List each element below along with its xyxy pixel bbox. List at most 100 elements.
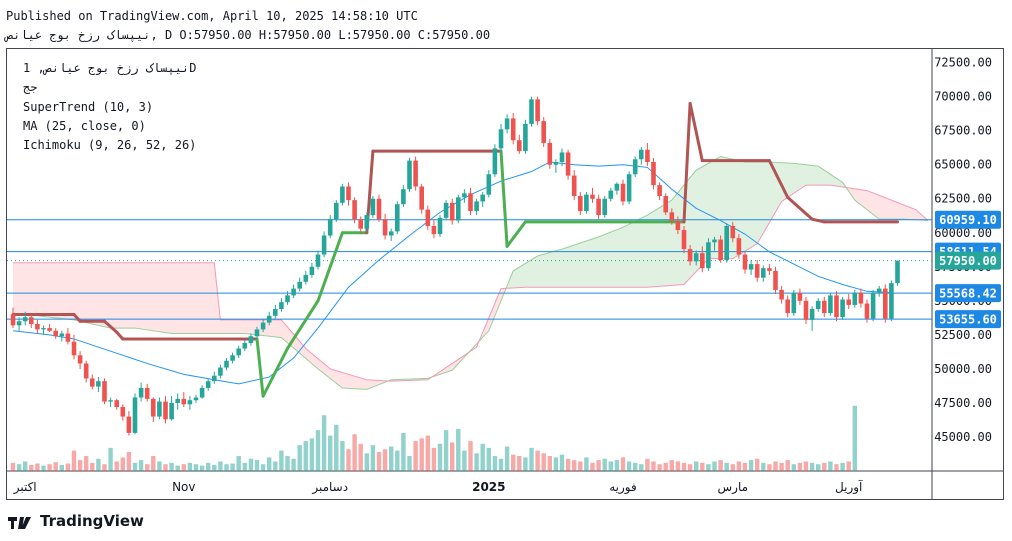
candle [785,295,790,318]
candle-body [681,230,687,250]
candle [480,191,485,207]
candle-body [523,123,528,152]
candle [108,397,113,408]
candle-body [193,397,199,401]
candle [767,264,772,275]
volume-bar [297,445,302,471]
candle-body [687,249,693,262]
candle-body [797,292,803,301]
volume-bar [511,454,516,471]
candle [626,171,632,205]
candle [230,352,235,364]
candle-body [547,142,553,165]
volume-bar [736,461,742,471]
candle [413,156,418,191]
candle-body [486,174,492,195]
legend-ichimoku[interactable]: Ichimoku (9, 26, 52, 26) [23,138,196,152]
legend-ma[interactable]: MA (25, close, 0) [23,119,146,133]
volume-bar [584,457,589,471]
candle-body [29,317,34,324]
candle-body [590,194,595,199]
candle [632,156,638,177]
candle [193,394,199,403]
volume-bar [145,464,150,471]
volume-bar [401,432,406,471]
volume-bar [822,462,827,471]
candle [340,183,345,206]
price-chart[interactable]: 45000.0047500.0050000.0052500.0055000.00… [7,49,1003,499]
candle-body [498,129,504,149]
legend-supertrend[interactable]: SuperTrend (10, 3) [23,100,153,114]
candle [425,205,431,231]
candle-body [77,355,83,364]
candle-body [785,299,790,314]
candle-body [395,204,400,232]
volume-bar [340,441,345,471]
price-label-text: 55568.42 [939,287,997,301]
candle-body [602,198,607,216]
candle-body [224,360,229,368]
tradingview-logo[interactable]: TradingView [8,512,144,530]
candle-body [761,268,766,278]
volume-bar [309,438,315,471]
candle-body [187,400,193,405]
volume-bar [236,456,241,471]
candle-body [334,202,339,220]
volume-bar [114,461,119,471]
candle [486,170,492,198]
candle [492,144,498,177]
candle-body [212,375,217,382]
supertrend-segment [505,220,527,248]
volume-bar [16,464,22,471]
candle-body [132,397,138,433]
volume-bar [590,462,595,471]
volume-bar [248,458,254,471]
candle [102,378,107,405]
candle [547,138,553,169]
price-label-60959.10: 60959.10 [935,210,1001,229]
volume-bar [767,464,772,471]
candle [157,397,162,420]
candle [120,404,126,421]
candle [126,411,132,436]
x-tick-label: آوریل [835,479,863,495]
y-tick-label: 50000.00 [934,362,992,376]
candle-body [559,152,565,162]
volume-bar [809,462,815,471]
volume-bar [687,464,693,471]
candle-body [620,183,626,202]
candle-body [260,322,266,330]
candle [815,298,821,312]
candle [395,201,400,235]
candle-body [242,343,248,349]
volume-bar [254,460,260,471]
candle-body [614,183,620,191]
candle [59,330,65,342]
candle [858,288,864,308]
volume-bar [376,451,382,471]
candle-body [657,185,662,197]
chart-frame[interactable]: 45000.0047500.0050000.0052500.0055000.00… [6,48,1004,500]
volume-bar [120,457,125,471]
candle-body [748,264,754,270]
candle-body [35,323,40,330]
candle-body [754,264,760,278]
volume-bar [620,457,626,471]
price-label-55568.42: 55568.42 [935,284,1001,303]
candle-body [578,196,583,211]
volume-bar [498,458,504,471]
candle [346,182,351,206]
candle-body [584,194,589,211]
candle-body [285,295,290,303]
volume-bar [35,463,40,471]
candle-body [651,161,656,186]
supertrend-segment [499,149,509,248]
price-label-text: 57950.00 [939,254,997,268]
candle-body [413,160,418,187]
volume-bar [169,462,174,471]
volume-bar [456,428,461,471]
candle-body [340,186,345,203]
candle [376,194,382,222]
volume-bar [578,461,583,471]
volume-bar [553,457,559,471]
